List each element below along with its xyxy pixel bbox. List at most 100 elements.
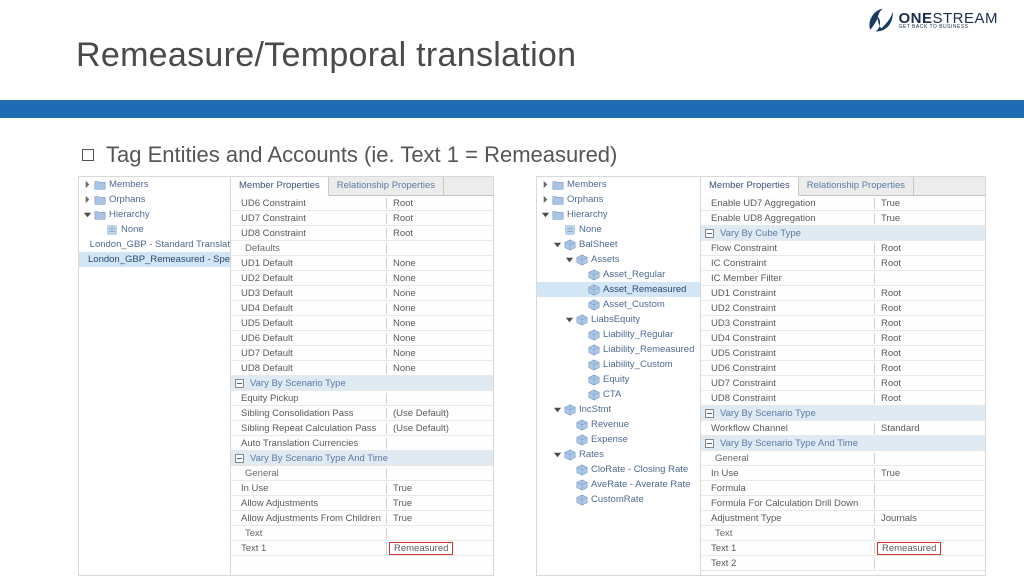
property-value[interactable]: Root <box>875 258 901 269</box>
property-group-header[interactable]: Vary By Scenario Type <box>701 406 985 421</box>
tree-node[interactable]: Asset_Remeasured <box>537 282 700 297</box>
property-row[interactable]: Sibling Consolidation Pass(Use Default) <box>231 406 493 421</box>
chevron-right-icon[interactable] <box>83 195 92 204</box>
property-row[interactable]: UD4 ConstraintRoot <box>701 331 985 346</box>
chevron-down-icon[interactable] <box>565 255 574 264</box>
collapse-icon[interactable] <box>705 439 714 448</box>
property-row[interactable]: UD5 DefaultNone <box>231 316 493 331</box>
property-group-header[interactable]: Vary By Scenario Type And Time <box>701 436 985 451</box>
chevron-down-icon[interactable] <box>83 210 92 219</box>
property-value[interactable]: None <box>387 258 416 269</box>
property-value[interactable]: None <box>387 363 416 374</box>
property-value[interactable]: (Use Default) <box>387 408 449 419</box>
tree-node[interactable]: Hierarchy <box>537 207 700 222</box>
property-group-header[interactable]: Vary By Scenario Type And Time <box>231 451 493 466</box>
property-row[interactable]: UD7 ConstraintRoot <box>701 376 985 391</box>
tree-node[interactable]: Liability_Regular <box>537 327 700 342</box>
property-value[interactable]: Root <box>875 348 901 359</box>
chevron-down-icon[interactable] <box>553 405 562 414</box>
chevron-down-icon[interactable] <box>565 315 574 324</box>
chevron-down-icon[interactable] <box>541 210 550 219</box>
property-row[interactable]: UD6 ConstraintRoot <box>231 196 493 211</box>
property-row[interactable]: UD6 DefaultNone <box>231 331 493 346</box>
property-value[interactable]: Remeasured <box>389 542 453 555</box>
property-row[interactable]: UD8 ConstraintRoot <box>231 226 493 241</box>
property-value[interactable]: True <box>387 483 412 494</box>
property-row[interactable]: Workflow ChannelStandard <box>701 421 985 436</box>
tree-node[interactable]: Assets <box>537 252 700 267</box>
tree-node[interactable]: None <box>79 222 230 237</box>
property-value[interactable]: Remeasured <box>877 542 941 555</box>
collapse-icon[interactable] <box>235 379 244 388</box>
tab-relationship-properties[interactable]: Relationship Properties <box>799 177 914 195</box>
property-value[interactable]: Standard <box>875 423 920 434</box>
tree-node[interactable]: Asset_Custom <box>537 297 700 312</box>
tree-node[interactable]: Liability_Custom <box>537 357 700 372</box>
property-subgroup[interactable]: Defaults <box>231 241 493 256</box>
property-row[interactable]: Text 1Remeasured <box>231 541 493 556</box>
property-value[interactable]: Root <box>875 333 901 344</box>
property-row[interactable]: Flow ConstraintRoot <box>701 241 985 256</box>
property-subgroup[interactable]: Text <box>701 526 985 541</box>
tab-relationship-properties[interactable]: Relationship Properties <box>329 177 444 195</box>
property-row[interactable]: Text 1Remeasured <box>701 541 985 556</box>
tree-node[interactable]: AveRate - Averate Rate <box>537 477 700 492</box>
property-row[interactable]: UD7 DefaultNone <box>231 346 493 361</box>
property-row[interactable]: UD2 ConstraintRoot <box>701 301 985 316</box>
tab-member-properties[interactable]: Member Properties <box>701 177 799 196</box>
property-row[interactable]: UD8 ConstraintRoot <box>701 391 985 406</box>
tree-node[interactable]: London_GBP_Remeasured - Spe <box>79 252 230 267</box>
tree-node[interactable]: CTA <box>537 387 700 402</box>
account-tree[interactable]: MembersOrphansHierarchyNoneBalSheetAsset… <box>536 176 700 576</box>
property-row[interactable]: UD7 ConstraintRoot <box>231 211 493 226</box>
tree-node[interactable]: CustomRate <box>537 492 700 507</box>
property-value[interactable]: None <box>387 273 416 284</box>
property-value[interactable]: Root <box>387 198 413 209</box>
property-value[interactable]: Root <box>875 378 901 389</box>
chevron-down-icon[interactable] <box>553 240 562 249</box>
property-value[interactable]: Journals <box>875 513 917 524</box>
property-value[interactable]: True <box>875 198 900 209</box>
property-row[interactable]: UD3 ConstraintRoot <box>701 316 985 331</box>
property-value[interactable]: Root <box>875 363 901 374</box>
property-subgroup[interactable]: General <box>231 466 493 481</box>
collapse-icon[interactable] <box>705 229 714 238</box>
property-row[interactable]: Equity Pickup <box>231 391 493 406</box>
property-row[interactable]: UD8 DefaultNone <box>231 361 493 376</box>
tree-node[interactable]: None <box>537 222 700 237</box>
property-row[interactable]: IC ConstraintRoot <box>701 256 985 271</box>
property-row[interactable]: UD1 ConstraintRoot <box>701 286 985 301</box>
property-row[interactable]: In UseTrue <box>231 481 493 496</box>
property-row[interactable]: Enable UD8 AggregationTrue <box>701 211 985 226</box>
tree-node[interactable]: Revenue <box>537 417 700 432</box>
property-row[interactable]: In UseTrue <box>701 466 985 481</box>
property-row[interactable]: Formula For Calculation Drill Down <box>701 496 985 511</box>
tree-node[interactable]: Equity <box>537 372 700 387</box>
chevron-right-icon[interactable] <box>83 180 92 189</box>
property-group-header[interactable]: Vary By Cube Type <box>701 226 985 241</box>
property-subgroup[interactable]: General <box>701 451 985 466</box>
tree-node[interactable]: Members <box>537 177 700 192</box>
tree-node[interactable]: IncStmt <box>537 402 700 417</box>
tree-node[interactable]: Orphans <box>79 192 230 207</box>
property-row[interactable]: UD4 DefaultNone <box>231 301 493 316</box>
property-subgroup[interactable]: Text <box>231 526 493 541</box>
property-value[interactable]: Root <box>875 393 901 404</box>
tree-node[interactable]: Hierarchy <box>79 207 230 222</box>
entity-tree[interactable]: MembersOrphansHierarchyNoneLondon_GBP - … <box>78 176 230 576</box>
property-row[interactable]: Allow AdjustmentsTrue <box>231 496 493 511</box>
collapse-icon[interactable] <box>235 454 244 463</box>
property-grid-right[interactable]: Enable UD7 AggregationTrueEnable UD8 Agg… <box>701 196 985 575</box>
tree-node[interactable]: Asset_Regular <box>537 267 700 282</box>
property-row[interactable]: Adjustment TypeJournals <box>701 511 985 526</box>
property-value[interactable]: Root <box>875 303 901 314</box>
chevron-right-icon[interactable] <box>541 180 550 189</box>
property-grid-left[interactable]: UD6 ConstraintRootUD7 ConstraintRootUD8 … <box>231 196 493 575</box>
property-row[interactable]: UD6 ConstraintRoot <box>701 361 985 376</box>
chevron-down-icon[interactable] <box>553 450 562 459</box>
tree-node[interactable]: London_GBP - Standard Translat <box>79 237 230 252</box>
tab-member-properties[interactable]: Member Properties <box>231 177 329 196</box>
property-value[interactable]: Root <box>875 288 901 299</box>
property-value[interactable]: Root <box>387 228 413 239</box>
property-value[interactable]: True <box>875 213 900 224</box>
